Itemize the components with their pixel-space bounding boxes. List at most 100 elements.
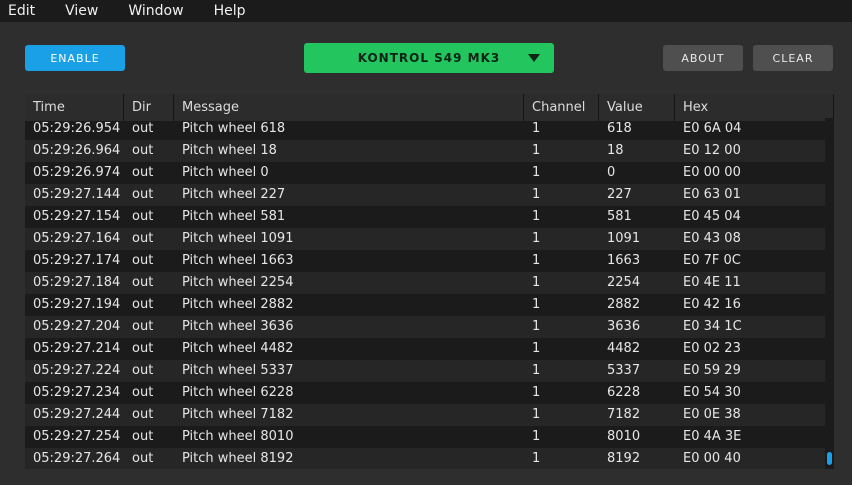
table-row[interactable]: 05:29:27.204 out Pitch wheel 3636 1 3636 E0 3… xyxy=(25,316,825,338)
table-row[interactable]: 05:29:26.954 out Pitch wheel 618 1 618 E0 6A … xyxy=(25,118,825,140)
cell-channel: 1 xyxy=(532,451,541,466)
cell-channel: 1 xyxy=(532,231,541,246)
cell-value: 618 xyxy=(607,121,632,136)
menu-window[interactable]: Window xyxy=(120,0,183,22)
cell-value: 1663 xyxy=(607,253,641,268)
cell-channel: 1 xyxy=(532,209,541,224)
device-select[interactable]: KONTROL S49 MK3 xyxy=(304,43,554,73)
column-header-channel[interactable]: Channel xyxy=(524,94,599,121)
cell-channel: 1 xyxy=(532,341,541,356)
cell-dir: out xyxy=(132,209,154,224)
enable-button[interactable]: ENABLE xyxy=(25,45,125,71)
table-row[interactable]: 05:29:27.244 out Pitch wheel 7182 1 7182 E0 0… xyxy=(25,404,825,426)
cell-dir: out xyxy=(132,407,154,422)
cell-channel: 1 xyxy=(532,165,541,180)
cell-dir: out xyxy=(132,297,154,312)
cell-channel: 1 xyxy=(532,187,541,202)
table-row[interactable]: 05:29:27.194 out Pitch wheel 2882 1 2882 E0 4… xyxy=(25,294,825,316)
cell-channel: 1 xyxy=(532,121,541,136)
table-body[interactable]: 05:29:26.954 out Pitch wheel 618 1 618 E0 6A … xyxy=(25,118,825,469)
cell-dir: out xyxy=(132,231,154,246)
cell-hex: E0 00 40 xyxy=(683,451,741,466)
table-row[interactable]: 05:29:27.174 out Pitch wheel 1663 1 1663 E0 7… xyxy=(25,250,825,272)
cell-dir: out xyxy=(132,253,154,268)
cell-message: Pitch wheel 5337 xyxy=(182,363,294,378)
cell-time: 05:29:27.194 xyxy=(33,297,121,312)
cell-message: Pitch wheel 6228 xyxy=(182,385,294,400)
table-header: Time Dir Message Channel Value Hex xyxy=(25,94,834,121)
table-row[interactable]: 05:29:27.224 out Pitch wheel 5337 1 5337 E0 5… xyxy=(25,360,825,382)
table-row[interactable]: 05:29:27.164 out Pitch wheel 1091 1 1091 E0 4… xyxy=(25,228,825,250)
cell-hex: E0 34 1C xyxy=(683,319,742,334)
dropdown-arrow-icon xyxy=(528,54,540,62)
cell-hex: E0 54 30 xyxy=(683,385,741,400)
cell-channel: 1 xyxy=(532,385,541,400)
cell-hex: E0 6A 04 xyxy=(683,121,742,136)
cell-channel: 1 xyxy=(532,407,541,422)
table-row[interactable]: 05:29:27.254 out Pitch wheel 8010 1 8010 E0 4… xyxy=(25,426,825,448)
table-row[interactable]: 05:29:27.234 out Pitch wheel 6228 1 6228 E0 5… xyxy=(25,382,825,404)
cell-value: 581 xyxy=(607,209,632,224)
clear-button[interactable]: CLEAR xyxy=(753,45,833,71)
cell-value: 8010 xyxy=(607,429,641,444)
cell-hex: E0 4E 11 xyxy=(683,275,741,290)
cell-channel: 1 xyxy=(532,143,541,158)
cell-hex: E0 7F 0C xyxy=(683,253,741,268)
table-row[interactable]: 05:29:27.264 out Pitch wheel 8192 1 8192 E0 0… xyxy=(25,448,825,469)
scrollbar-thumb[interactable] xyxy=(827,452,832,465)
menu-bar: Edit View Window Help xyxy=(0,0,852,22)
cell-value: 227 xyxy=(607,187,632,202)
cell-hex: E0 0E 38 xyxy=(683,407,741,422)
menu-help[interactable]: Help xyxy=(206,0,246,22)
table-row[interactable]: 05:29:27.214 out Pitch wheel 4482 1 4482 E0 0… xyxy=(25,338,825,360)
column-header-value[interactable]: Value xyxy=(599,94,675,121)
column-header-time[interactable]: Time xyxy=(25,94,124,121)
cell-value: 1091 xyxy=(607,231,641,246)
table-row[interactable]: 05:29:26.964 out Pitch wheel 18 1 18 E0 12 00 xyxy=(25,140,825,162)
cell-value: 7182 xyxy=(607,407,641,422)
table-row[interactable]: 05:29:27.154 out Pitch wheel 581 1 581 E0 45 … xyxy=(25,206,825,228)
cell-value: 2882 xyxy=(607,297,641,312)
cell-hex: E0 45 04 xyxy=(683,209,741,224)
midi-log-table: 05:29:26.954 out Pitch wheel 618 1 618 E0 6A … xyxy=(25,94,834,469)
cell-time: 05:29:27.254 xyxy=(33,429,121,444)
cell-dir: out xyxy=(132,275,154,290)
menu-view[interactable]: View xyxy=(57,0,98,22)
cell-time: 05:29:27.154 xyxy=(33,209,121,224)
cell-time: 05:29:27.164 xyxy=(33,231,121,246)
table-row[interactable]: 05:29:26.974 out Pitch wheel 0 1 0 E0 00 00 xyxy=(25,162,825,184)
vertical-scrollbar[interactable] xyxy=(825,118,834,469)
cell-message: Pitch wheel 618 xyxy=(182,121,286,136)
column-header-message[interactable]: Message xyxy=(174,94,524,121)
column-header-dir[interactable]: Dir xyxy=(124,94,174,121)
cell-hex: E0 42 16 xyxy=(683,297,741,312)
cell-message: Pitch wheel 1091 xyxy=(182,231,294,246)
cell-value: 4482 xyxy=(607,341,641,356)
cell-time: 05:29:27.204 xyxy=(33,319,121,334)
menu-edit[interactable]: Edit xyxy=(0,0,35,22)
cell-message: Pitch wheel 8010 xyxy=(182,429,294,444)
cell-channel: 1 xyxy=(532,253,541,268)
cell-dir: out xyxy=(132,429,154,444)
cell-channel: 1 xyxy=(532,319,541,334)
cell-message: Pitch wheel 8192 xyxy=(182,451,294,466)
about-button[interactable]: ABOUT xyxy=(663,45,743,71)
column-header-hex[interactable]: Hex xyxy=(675,94,834,121)
cell-time: 05:29:27.234 xyxy=(33,385,121,400)
cell-dir: out xyxy=(132,165,154,180)
cell-channel: 1 xyxy=(532,429,541,444)
cell-hex: E0 4A 3E xyxy=(683,429,742,444)
device-label: KONTROL S49 MK3 xyxy=(357,51,501,65)
table-row[interactable]: 05:29:27.184 out Pitch wheel 2254 1 2254 E0 4… xyxy=(25,272,825,294)
cell-hex: E0 12 00 xyxy=(683,143,741,158)
cell-channel: 1 xyxy=(532,363,541,378)
cell-time: 05:29:27.244 xyxy=(33,407,121,422)
cell-message: Pitch wheel 0 xyxy=(182,165,269,180)
table-row[interactable]: 05:29:27.144 out Pitch wheel 227 1 227 E0 63 … xyxy=(25,184,825,206)
cell-value: 18 xyxy=(607,143,624,158)
cell-channel: 1 xyxy=(532,297,541,312)
cell-dir: out xyxy=(132,319,154,334)
cell-dir: out xyxy=(132,143,154,158)
cell-dir: out xyxy=(132,341,154,356)
cell-time: 05:29:27.214 xyxy=(33,341,121,356)
